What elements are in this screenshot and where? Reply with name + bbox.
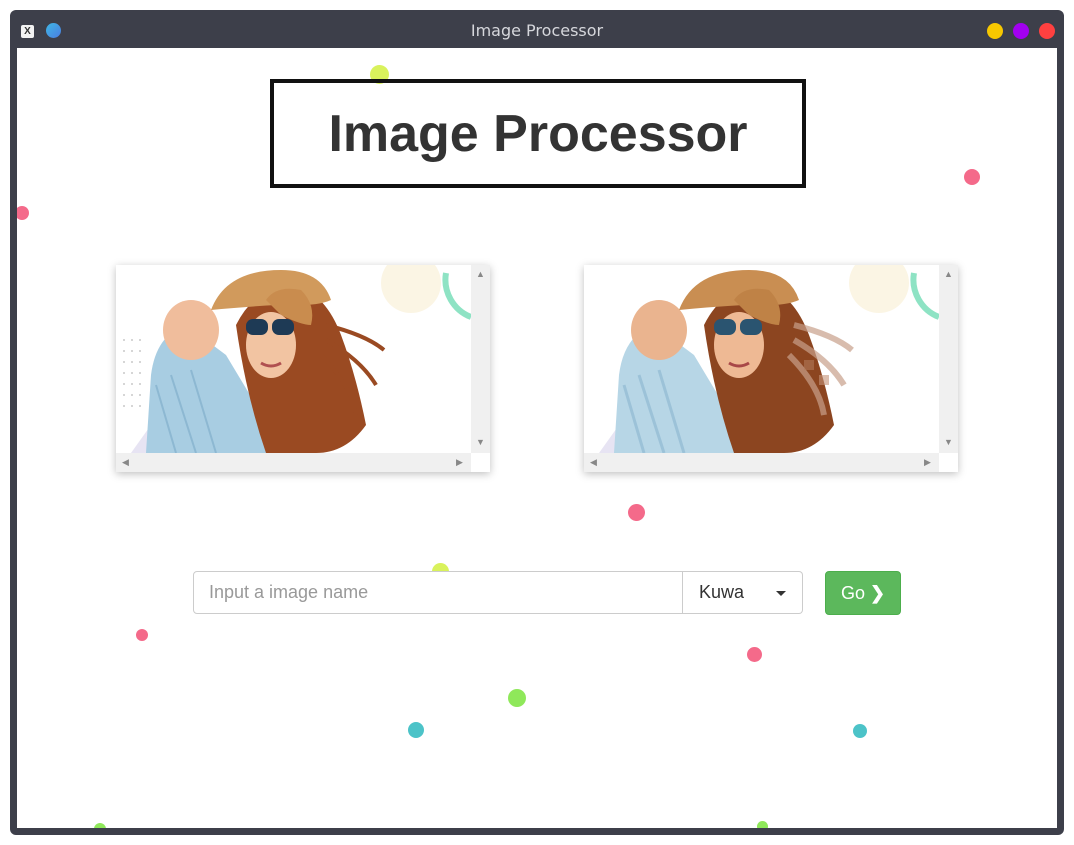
scroll-down-icon[interactable]: ▼: [476, 438, 485, 447]
decor-dot: [17, 206, 29, 220]
decor-dot: [94, 823, 106, 828]
original-image: [116, 265, 471, 453]
scroll-right-icon[interactable]: ▶: [456, 458, 463, 467]
filter-dropdown-toggle[interactable]: [760, 571, 803, 614]
filter-select-button[interactable]: Kuwa: [682, 571, 761, 614]
image-name-input[interactable]: [193, 571, 684, 614]
scroll-right-icon[interactable]: ▶: [924, 458, 931, 467]
go-button-label: Go: [840, 582, 865, 603]
close-button[interactable]: [1039, 23, 1055, 39]
chevron-right-icon: ❯: [869, 582, 886, 603]
go-button[interactable]: Go ❯: [825, 571, 901, 615]
scroll-up-icon[interactable]: ▲: [476, 270, 485, 279]
decor-dot: [628, 504, 645, 521]
caret-down-icon: [776, 591, 786, 596]
decor-dot: [853, 724, 867, 738]
decor-dot: [757, 821, 768, 828]
window-title: Image Processor: [470, 21, 604, 40]
title-bar[interactable]: X Image Processor: [10, 10, 1064, 48]
scroll-left-icon[interactable]: ◀: [590, 458, 597, 467]
vertical-scrollbar[interactable]: ▲ ▼: [939, 265, 958, 453]
processed-image: [584, 265, 939, 453]
scroll-left-icon[interactable]: ◀: [122, 458, 129, 467]
main-content: Image Processor ▲ ▼ ◀ ▶ ▲ ▼ ◀ ▶ Input a …: [17, 48, 1057, 828]
horizontal-scrollbar[interactable]: ◀ ▶: [584, 453, 939, 472]
decor-dot: [136, 629, 148, 641]
decor-dot: [747, 647, 762, 662]
app-window: X Image Processor Image Processor ▲ ▼ ◀ …: [10, 10, 1064, 835]
vertical-scrollbar[interactable]: ▲ ▼: [471, 265, 490, 453]
scroll-up-icon[interactable]: ▲: [944, 270, 953, 279]
search-group: Kuwa: [193, 571, 803, 614]
page-title: Image Processor: [328, 104, 748, 163]
maximize-button[interactable]: [1013, 23, 1029, 39]
scroll-corner: [471, 453, 490, 472]
minimize-button[interactable]: [987, 23, 1003, 39]
original-image-viewer[interactable]: ▲ ▼ ◀ ▶: [116, 265, 490, 472]
horizontal-scrollbar[interactable]: ◀ ▶: [116, 453, 471, 472]
processed-image-viewer[interactable]: ▲ ▼ ◀ ▶: [584, 265, 958, 472]
decor-dot: [508, 689, 526, 707]
decor-dot: [964, 169, 980, 185]
heading-box: Image Processor: [270, 79, 806, 188]
scroll-corner: [939, 453, 958, 472]
scroll-down-icon[interactable]: ▼: [944, 438, 953, 447]
decor-dot: [408, 722, 424, 738]
